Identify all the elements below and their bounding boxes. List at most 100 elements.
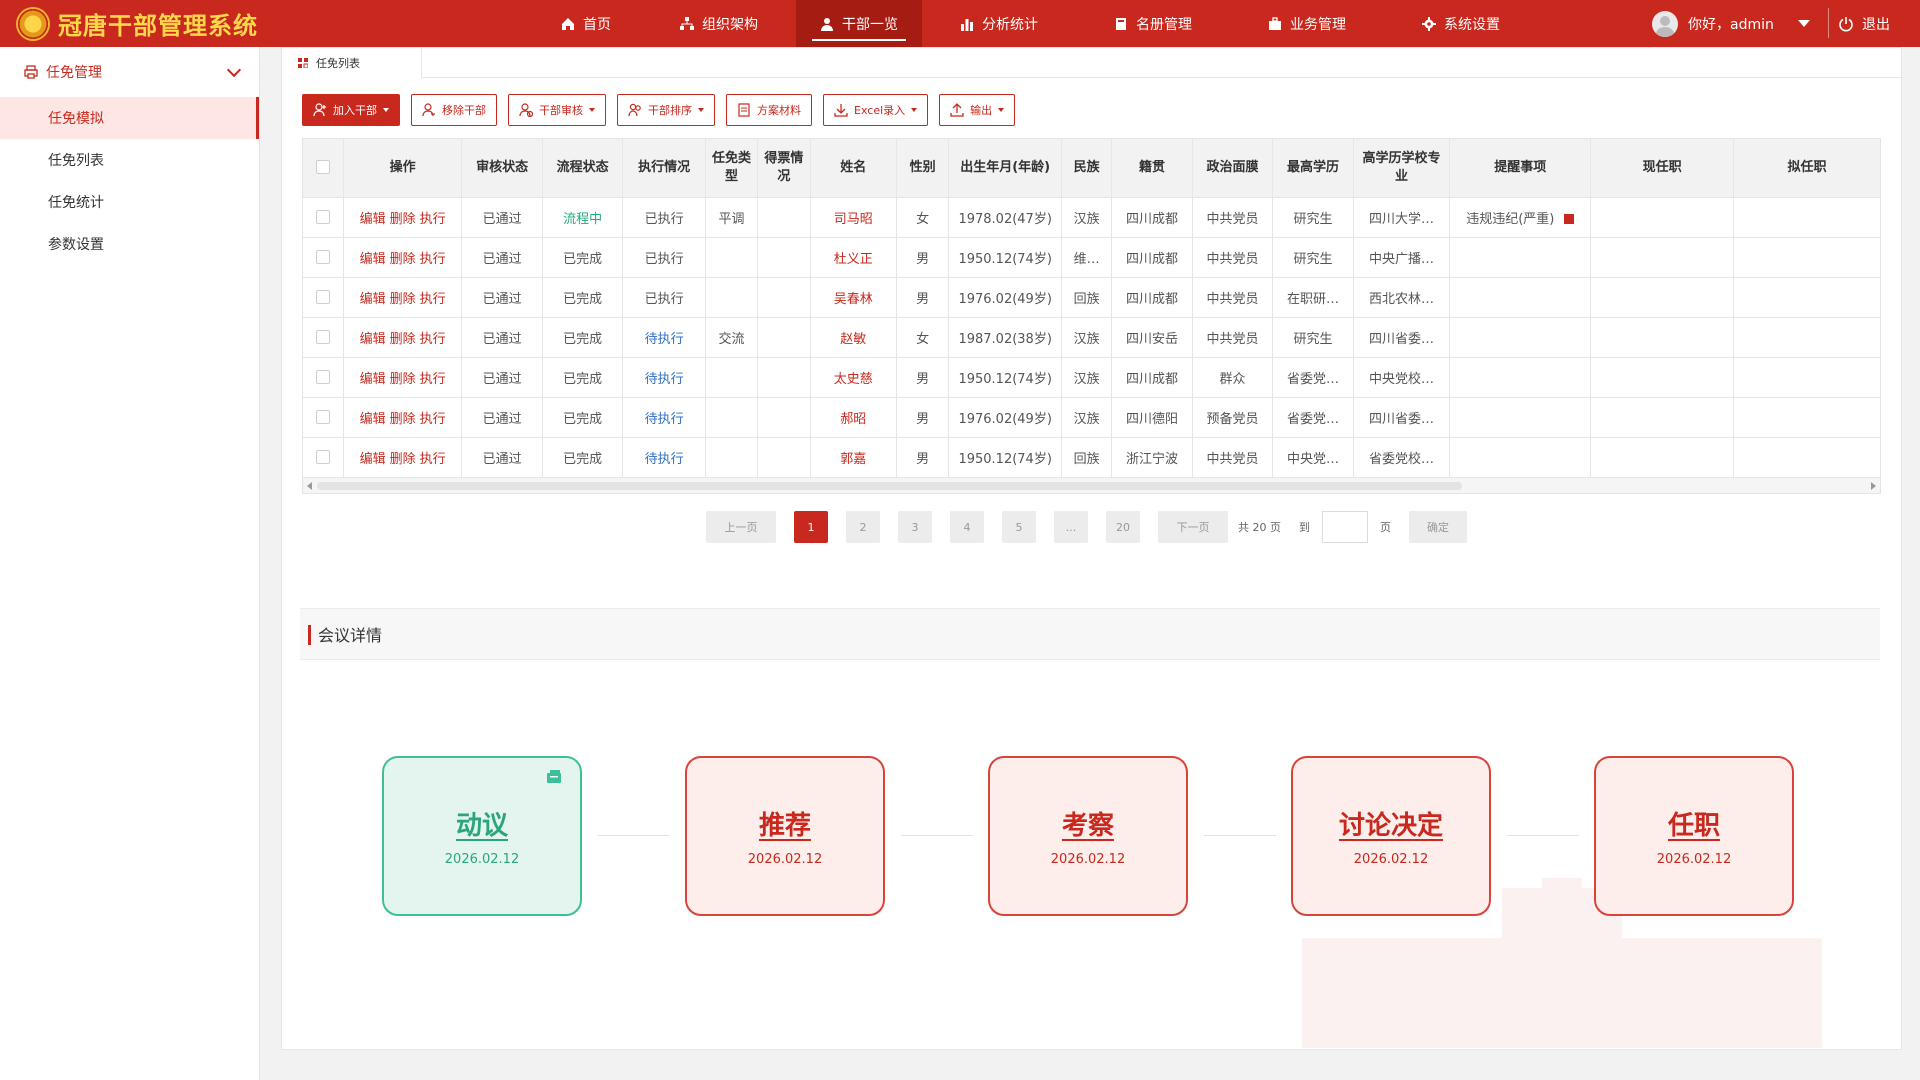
row-select-cell[interactable]	[303, 237, 344, 278]
sidebar-item-2[interactable]: 任免统计	[0, 181, 259, 223]
cell-name[interactable]: 赵敏	[810, 317, 898, 358]
edit-link[interactable]: 编辑	[360, 332, 386, 347]
row-checkbox[interactable]	[315, 250, 330, 264]
cell-text[interactable]: 太史慈	[834, 372, 873, 387]
row-checkbox[interactable]	[315, 410, 330, 424]
page-button[interactable]: 4	[950, 511, 984, 543]
table-row[interactable]: 编辑 删除 执行 已通过 已完成 待执行 交流 赵敏 女 1987.02(38岁) 汉族 四川安岳 中共…	[303, 317, 1880, 358]
select-all-checkbox[interactable]	[315, 160, 330, 175]
meeting-step-card[interactable]: 考察 2026.02.12	[988, 756, 1188, 916]
confirm-page-button[interactable]: 确定	[1409, 511, 1467, 543]
cell-text[interactable]: 郭嘉	[840, 452, 866, 467]
sidebar-item-1[interactable]: 任免列表	[0, 139, 259, 181]
table-row[interactable]: 编辑 删除 执行 已通过 已完成 待执行 郭嘉 男 1950.12(74岁) 回族 浙江宁波 中共党员…	[303, 437, 1880, 478]
row-checkbox[interactable]	[315, 450, 330, 464]
horizontal-scrollbar[interactable]	[303, 477, 1880, 493]
meeting-step-card[interactable]: 动议 2026.02.12	[382, 756, 582, 916]
table-row[interactable]: 编辑 删除 执行 已通过 已完成 已执行 吴春林 男 1976.02(49岁) 回族 四川成都 中共党…	[303, 277, 1880, 318]
brand[interactable]: 冠唐干部管理系统	[16, 0, 258, 47]
scroll-left-icon[interactable]	[307, 482, 312, 490]
execute-link[interactable]: 执行	[420, 372, 446, 387]
execute-link[interactable]: 执行	[420, 292, 446, 307]
edit-link[interactable]: 编辑	[360, 212, 386, 227]
sidebar-group-appointment[interactable]: 任免管理	[0, 47, 259, 97]
cell-name[interactable]: 吴春林	[810, 277, 898, 318]
page-button[interactable]: ...	[1054, 511, 1088, 543]
logout-button[interactable]: 退出	[1838, 0, 1890, 47]
edit-link[interactable]: 编辑	[360, 412, 386, 427]
sort-cadre-button[interactable]: 干部排序	[617, 94, 715, 126]
nav-item-gear[interactable]: 系统设置	[1384, 0, 1538, 47]
excel-import-button[interactable]: Excel录入	[823, 94, 929, 126]
delete-link[interactable]: 删除	[390, 252, 416, 267]
nav-item-bar-chart[interactable]: 分析统计	[922, 0, 1076, 47]
nav-item-home[interactable]: 首页	[530, 0, 642, 47]
row-checkbox[interactable]	[315, 210, 330, 224]
nav-item-book[interactable]: 名册管理	[1076, 0, 1230, 47]
sidebar-item-0[interactable]: 任免模拟	[0, 97, 259, 139]
scrollbar-thumb[interactable]	[317, 482, 1462, 490]
delete-link[interactable]: 删除	[390, 452, 416, 467]
remove-cadre-button[interactable]: 移除干部	[411, 94, 497, 126]
table-row[interactable]: 编辑 删除 执行 已通过 已完成 待执行 郝昭 男 1976.02(49岁) 汉族 四川德阳 预备党员…	[303, 397, 1880, 438]
cell-text[interactable]: 司马昭	[834, 212, 873, 227]
cell-text[interactable]: 杜义正	[834, 252, 873, 267]
meeting-step-card[interactable]: 推荐 2026.02.12	[685, 756, 885, 916]
nav-item-person[interactable]: 干部一览	[796, 0, 922, 47]
nav-item-briefcase[interactable]: 业务管理	[1230, 0, 1384, 47]
meeting-step-card[interactable]: 讨论决定 2026.02.12	[1291, 756, 1491, 916]
plan-materials-button[interactable]: 方案材料	[726, 94, 812, 126]
row-select-cell[interactable]	[303, 317, 344, 358]
row-select-cell[interactable]	[303, 397, 344, 438]
execute-link[interactable]: 执行	[420, 252, 446, 267]
cell-name[interactable]: 杜义正	[810, 237, 898, 278]
edit-link[interactable]: 编辑	[360, 292, 386, 307]
row-select-cell[interactable]	[303, 437, 344, 478]
next-page-button[interactable]: 下一页	[1158, 511, 1228, 543]
cell-name[interactable]: 司马昭	[810, 197, 898, 238]
page-button[interactable]: 3	[898, 511, 932, 543]
tab-appointment-list[interactable]: 任免列表	[282, 48, 422, 78]
edit-link[interactable]: 编辑	[360, 252, 386, 267]
meeting-step-card[interactable]: 任职 2026.02.12	[1594, 756, 1794, 916]
table-row[interactable]: 编辑 删除 执行 已通过 已完成 待执行 太史慈 男 1950.12(74岁) 汉族 四川成都 群众 省…	[303, 357, 1880, 398]
page-button[interactable]: 20	[1106, 511, 1140, 543]
delete-link[interactable]: 删除	[390, 292, 416, 307]
table-row[interactable]: 编辑 删除 执行 已通过 已完成 已执行 杜义正 男 1950.12(74岁) 维… 四川成都 中共党…	[303, 237, 1880, 278]
chevron-down-icon[interactable]	[226, 62, 242, 78]
cell-name[interactable]: 郭嘉	[810, 437, 898, 478]
row-select-cell[interactable]	[303, 357, 344, 398]
edit-link[interactable]: 编辑	[360, 372, 386, 387]
cell-text[interactable]: 赵敏	[840, 332, 866, 347]
row-checkbox[interactable]	[315, 290, 330, 304]
sidebar-item-3[interactable]: 参数设置	[0, 223, 259, 265]
page-button[interactable]: 5	[1002, 511, 1036, 543]
cell-text[interactable]: 郝昭	[840, 412, 866, 427]
prev-page-button[interactable]: 上一页	[706, 511, 776, 543]
execute-link[interactable]: 执行	[420, 452, 446, 467]
scroll-right-icon[interactable]	[1871, 482, 1876, 490]
cell-name[interactable]: 太史慈	[810, 357, 898, 398]
select-all-cell[interactable]	[303, 139, 344, 198]
cell-name[interactable]: 郝昭	[810, 397, 898, 438]
review-cadre-button[interactable]: 干部审核	[508, 94, 606, 126]
row-checkbox[interactable]	[315, 330, 330, 344]
avatar[interactable]	[1652, 10, 1678, 37]
user-menu[interactable]: 你好，admin	[1652, 0, 1810, 47]
add-cadre-button[interactable]: 加入干部	[302, 94, 400, 126]
goto-page-input[interactable]	[1322, 511, 1368, 543]
execute-link[interactable]: 执行	[420, 212, 446, 227]
page-button[interactable]: 1	[794, 511, 828, 543]
user-greeting[interactable]: 你好，admin	[1688, 14, 1774, 34]
export-button[interactable]: 输出	[939, 94, 1016, 126]
chevron-down-icon[interactable]	[1797, 20, 1810, 27]
cell-text[interactable]: 吴春林	[834, 292, 873, 307]
delete-link[interactable]: 删除	[390, 212, 416, 227]
page-button[interactable]: 2	[846, 511, 880, 543]
delete-link[interactable]: 删除	[390, 332, 416, 347]
row-select-cell[interactable]	[303, 277, 344, 318]
delete-link[interactable]: 删除	[390, 372, 416, 387]
record-icon[interactable]	[546, 770, 562, 784]
execute-link[interactable]: 执行	[420, 332, 446, 347]
row-checkbox[interactable]	[315, 370, 330, 384]
